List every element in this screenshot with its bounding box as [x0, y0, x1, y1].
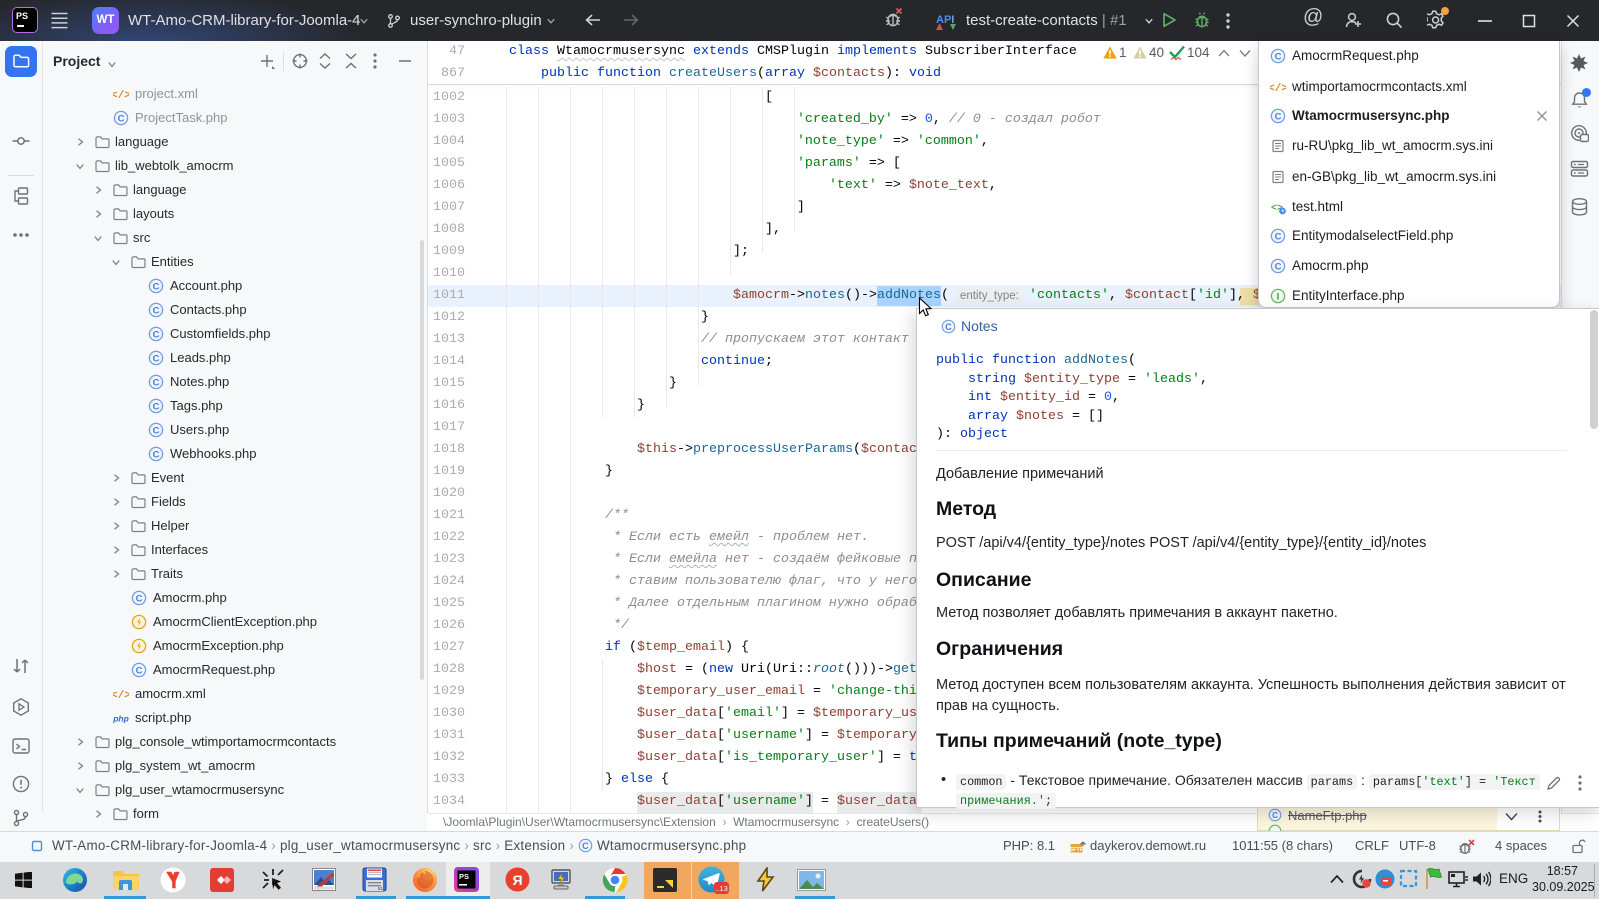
svg-text:</>: </>: [1270, 83, 1286, 95]
svg-text:</>: </>: [113, 690, 129, 702]
svg-text:C: C: [153, 425, 160, 436]
svg-text:C: C: [136, 665, 143, 676]
svg-text:C: C: [582, 841, 589, 851]
svg-text:C: C: [153, 305, 160, 316]
svg-text:C: C: [153, 329, 160, 340]
svg-text:PS: PS: [459, 872, 469, 881]
svg-text:C: C: [945, 322, 952, 332]
svg-text:C: C: [136, 593, 143, 604]
svg-text:C: C: [153, 449, 160, 460]
svg-text:..13: ..13: [715, 884, 728, 893]
svg-text:C: C: [1275, 51, 1282, 62]
svg-text:C: C: [1275, 261, 1282, 272]
svg-text:51: 51: [378, 886, 384, 891]
svg-text:C: C: [1275, 111, 1282, 122]
svg-text:SFTP: SFTP: [1070, 847, 1084, 853]
svg-text:Я: Я: [512, 872, 522, 888]
svg-text:php: php: [113, 714, 129, 724]
svg-text:C: C: [153, 353, 160, 364]
svg-text:C: C: [1272, 811, 1278, 820]
svg-text:C: C: [118, 113, 125, 124]
svg-text:I: I: [1277, 291, 1280, 302]
svg-text:C: C: [1275, 231, 1282, 242]
svg-text:C: C: [153, 377, 160, 388]
svg-text:C: C: [153, 281, 160, 292]
svg-text:C: C: [153, 401, 160, 412]
svg-text:</>: </>: [113, 90, 129, 102]
